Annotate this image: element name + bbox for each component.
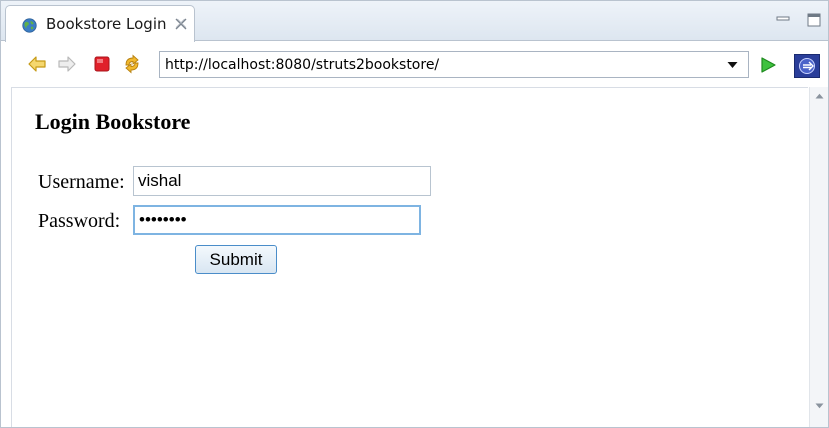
username-field[interactable] xyxy=(133,166,431,196)
minimize-icon[interactable] xyxy=(775,12,791,26)
vertical-scrollbar[interactable] xyxy=(809,87,828,427)
stop-icon[interactable] xyxy=(92,54,112,74)
password-label: Password: xyxy=(38,210,121,232)
password-field[interactable] xyxy=(133,205,421,235)
maximize-icon[interactable] xyxy=(806,12,822,28)
chevron-down-icon[interactable] xyxy=(727,61,738,69)
page-title: Login Bookstore xyxy=(35,109,191,134)
browser-window: Bookstore Login http://localhost:8080/st… xyxy=(0,0,829,428)
globe-icon xyxy=(22,18,37,33)
browser-toolbar xyxy=(1,42,828,86)
tab-bookstore-login[interactable]: Bookstore Login xyxy=(5,5,195,42)
username-label: Username: xyxy=(38,171,125,193)
submit-button[interactable]: Submit xyxy=(195,245,277,274)
go-icon[interactable] xyxy=(759,56,777,74)
scroll-down-icon[interactable] xyxy=(815,403,824,409)
url-input[interactable] xyxy=(165,56,720,74)
back-arrow-icon[interactable] xyxy=(27,54,47,74)
eclipse-icon xyxy=(799,58,815,74)
close-icon[interactable] xyxy=(174,17,188,31)
page-content: Login Bookstore Username: Password: Subm… xyxy=(11,87,808,427)
refresh-icon[interactable] xyxy=(122,54,142,74)
scroll-up-icon[interactable] xyxy=(815,93,824,99)
address-bar xyxy=(159,51,749,78)
eclipse-button[interactable] xyxy=(794,54,820,78)
tab-strip: Bookstore Login xyxy=(1,1,828,42)
tab-title: Bookstore Login xyxy=(46,15,167,33)
forward-arrow-icon[interactable] xyxy=(57,54,77,74)
